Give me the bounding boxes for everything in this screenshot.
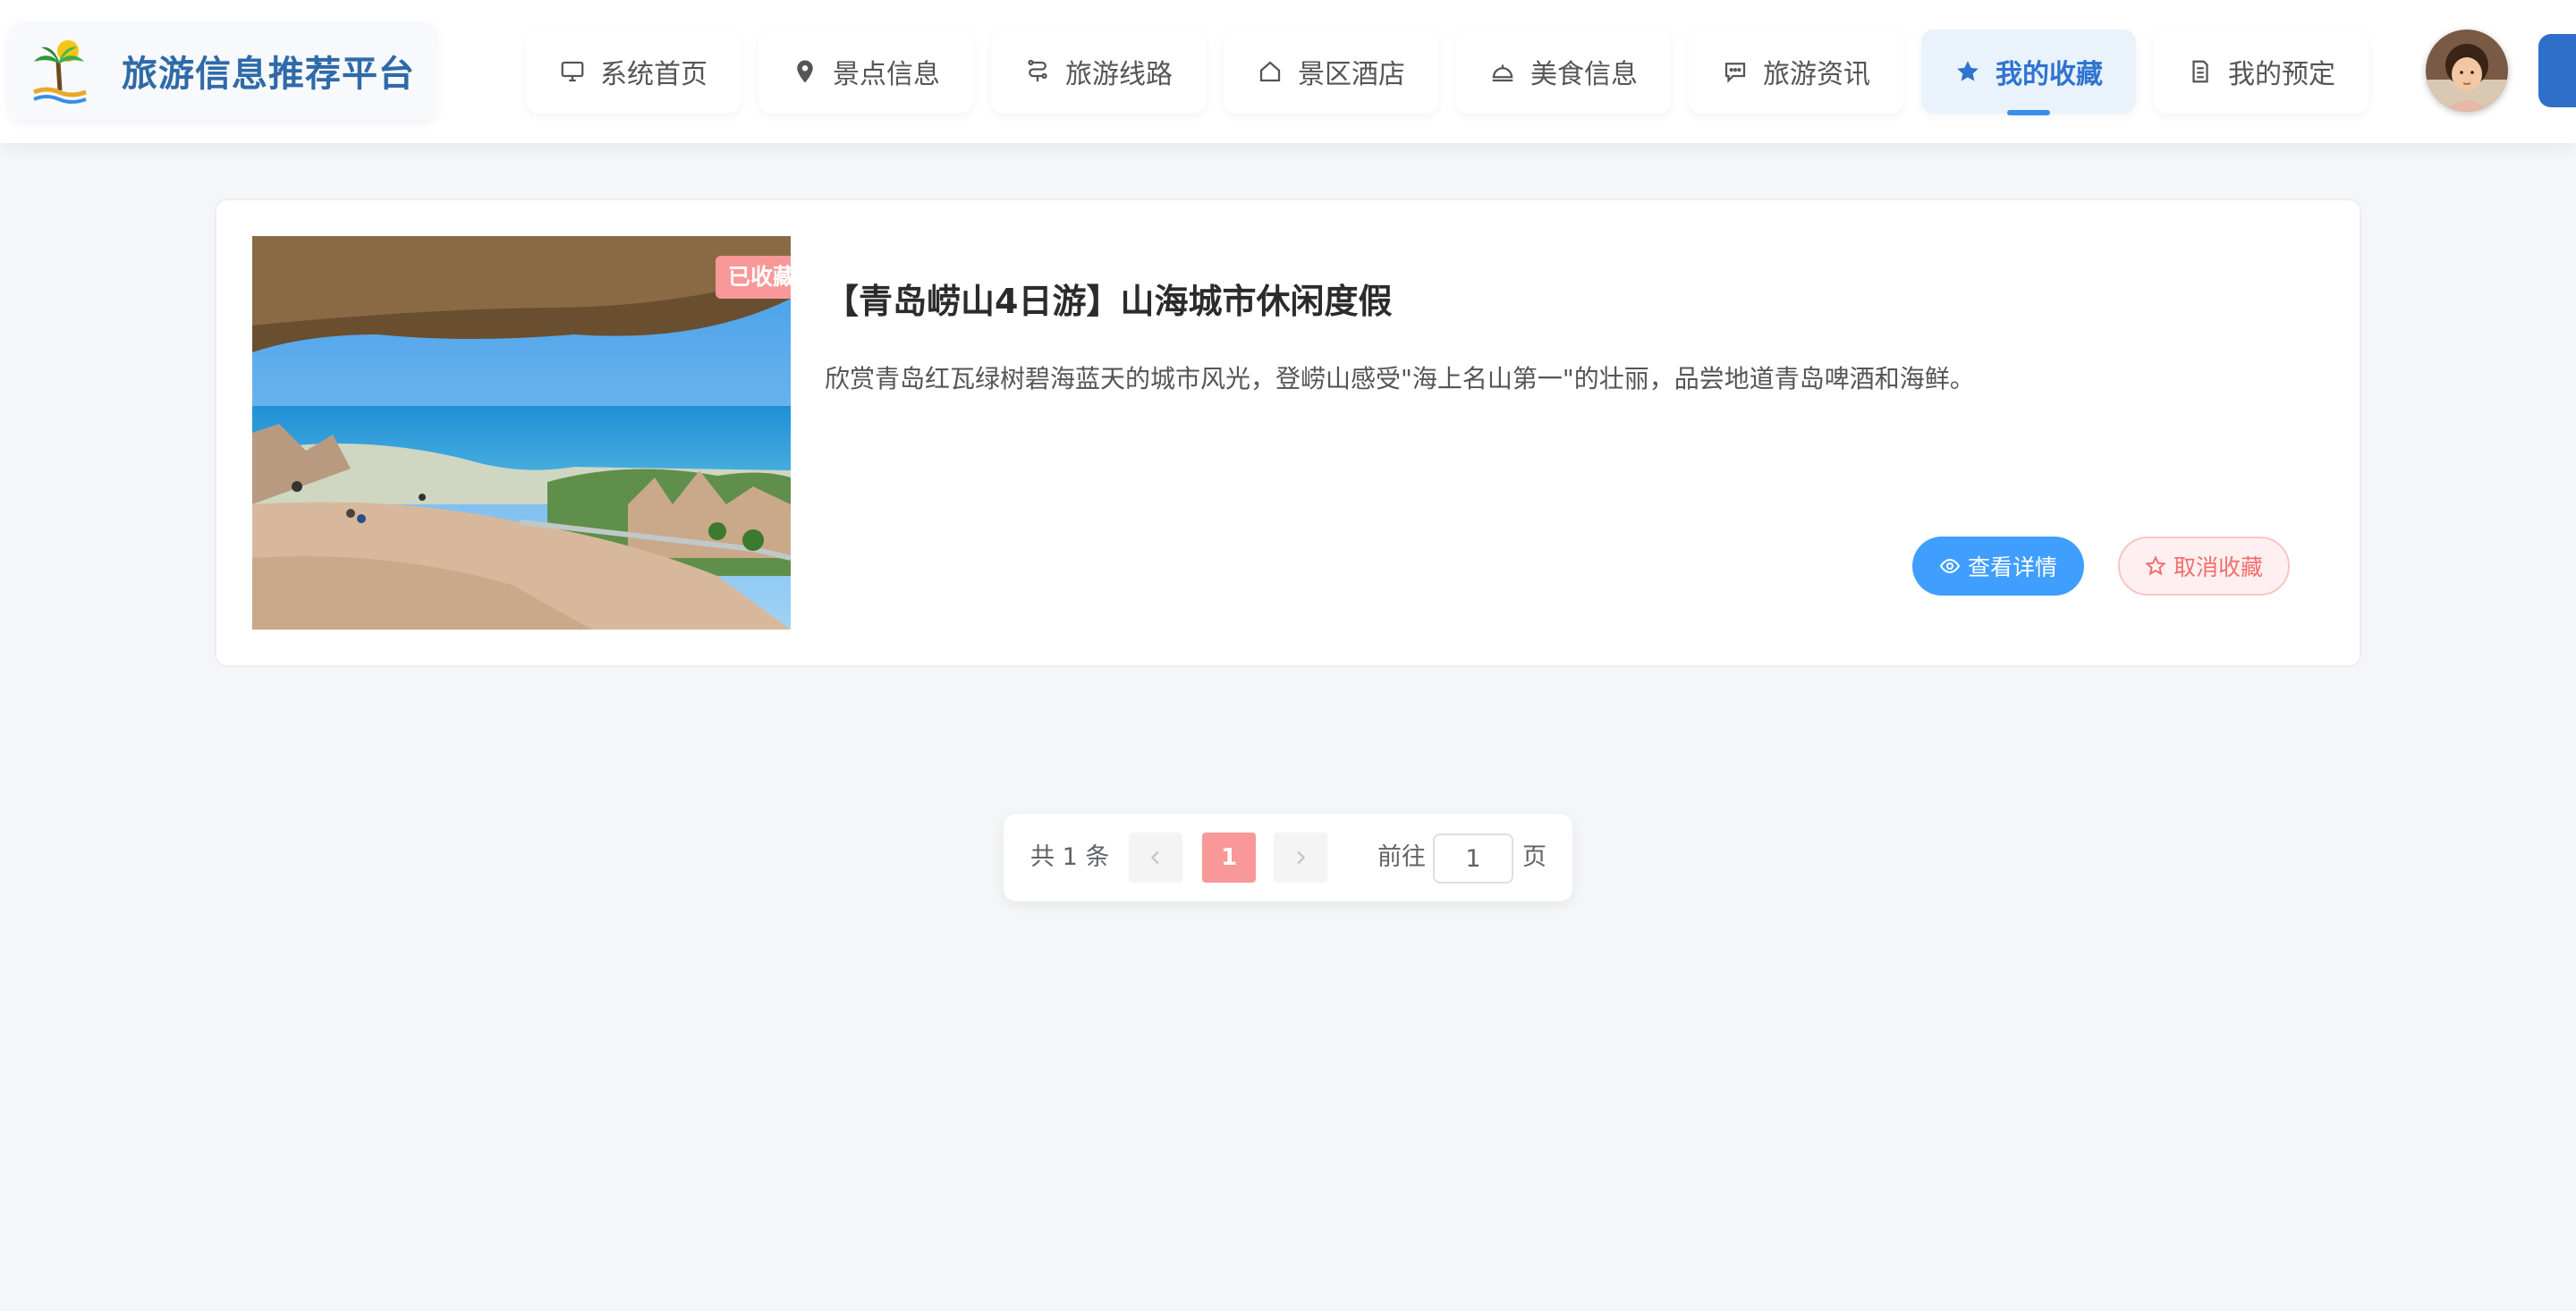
chevron-right-icon [1297, 850, 1306, 865]
route-title[interactable]: 【青岛崂山4日游】山海城市休闲度假 [825, 274, 1392, 323]
favorited-badge: 已收藏 [716, 256, 791, 299]
nav-item-home[interactable]: 系统首页 [526, 30, 741, 114]
goto-page-input[interactable] [1433, 833, 1513, 884]
unfavorite-button[interactable]: 取消收藏 [2118, 537, 2290, 596]
header-action-button[interactable] [2538, 34, 2576, 107]
brand-logo[interactable]: 旅游信息推荐平台 [9, 21, 436, 120]
nav-item-favorites[interactable]: 我的收藏 [1921, 30, 2136, 115]
nav-item-news[interactable]: 旅游资讯 [1689, 30, 1903, 114]
user-avatar[interactable] [2426, 30, 2508, 112]
total-count: 共 1 条 [1030, 843, 1110, 871]
nav-item-label: 我的预定 [2228, 59, 2335, 90]
nav-item-label: 景区酒店 [1298, 59, 1405, 90]
goto-label: 前往 [1377, 843, 1426, 871]
active-tab-indicator [2007, 110, 2050, 115]
route-cover-image[interactable]: 已收藏 [252, 236, 791, 630]
chevron-left-icon [1150, 850, 1159, 865]
nav-item-label: 我的收藏 [1996, 59, 2103, 90]
top-header: 旅游信息推荐平台 系统首页 景点信息 旅游线路 景区酒店 美食信息 旅游资讯 我… [0, 0, 2576, 143]
brand-title: 旅游信息推荐平台 [122, 54, 415, 95]
eye-icon [1939, 558, 1961, 574]
chat-bubble-icon [1724, 63, 1746, 83]
palm-tree-logo-icon [33, 40, 87, 104]
next-page-button[interactable] [1274, 833, 1327, 883]
pagination: 共 1 条 1 前往 页 [1004, 814, 1572, 901]
view-details-label: 查看详情 [1967, 554, 2057, 580]
favorite-card: 已收藏 【青岛崂山4日游】山海城市休闲度假 欣赏青岛红瓦绿树碧海蓝天的城市风光，… [215, 199, 2361, 667]
nav-item-label: 旅游资讯 [1763, 59, 1870, 90]
route-description: 欣赏青岛红瓦绿树碧海蓝天的城市风光，登崂山感受"海上名山第一"的壮丽，品尝地道青… [825, 364, 1975, 393]
prev-page-button[interactable] [1129, 833, 1182, 883]
monitor-icon [561, 61, 584, 82]
nav-item-label: 旅游线路 [1065, 59, 1173, 90]
nav-item-routes[interactable]: 旅游线路 [991, 30, 1206, 114]
nav-item-label: 系统首页 [600, 59, 708, 90]
nav-item-attractions[interactable]: 景点信息 [758, 30, 973, 114]
cover-photo [252, 236, 791, 630]
nav-item-bookings[interactable]: 我的预定 [2154, 30, 2368, 114]
avatar-image [2426, 30, 2508, 112]
nav-item-label: 美食信息 [1530, 59, 1638, 90]
page-number-1[interactable]: 1 [1202, 833, 1256, 883]
star-icon [1957, 61, 1979, 81]
food-cloche-icon [1492, 64, 1513, 82]
nav-item-label: 景点信息 [833, 59, 940, 90]
page-suffix: 页 [1522, 843, 1546, 871]
house-icon [1259, 61, 1281, 82]
location-pin-icon [797, 60, 813, 83]
route-icon [1028, 59, 1047, 82]
star-outline-icon [2145, 555, 2166, 576]
document-icon [2192, 60, 2208, 83]
nav-item-food[interactable]: 美食信息 [1456, 30, 1671, 114]
unfavorite-label: 取消收藏 [2173, 554, 2263, 580]
nav-item-hotels[interactable]: 景区酒店 [1224, 30, 1438, 114]
view-details-button[interactable]: 查看详情 [1912, 537, 2084, 596]
